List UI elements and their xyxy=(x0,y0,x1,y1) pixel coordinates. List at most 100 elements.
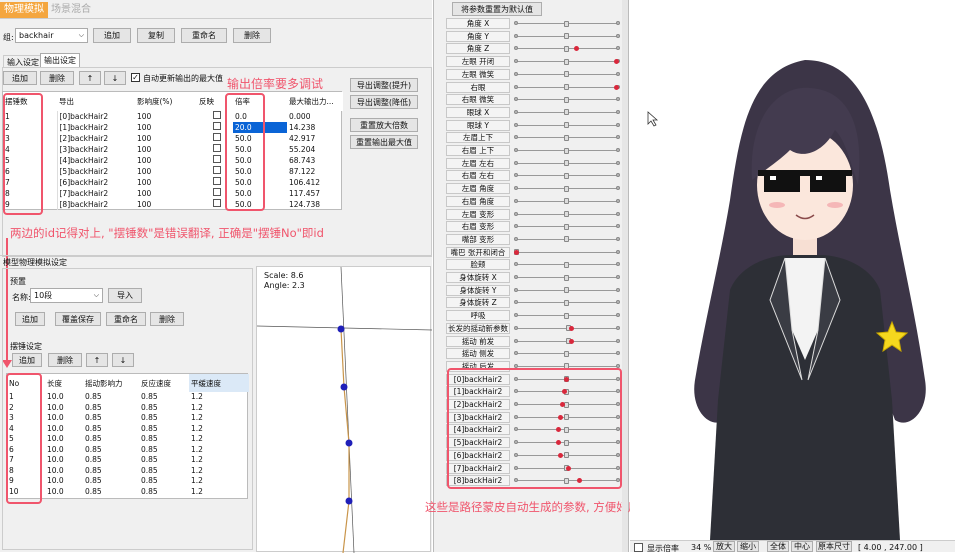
reflect-checkbox[interactable] xyxy=(213,155,221,163)
param-label[interactable]: 角度 Y xyxy=(446,30,510,42)
table-row[interactable]: 8 [7]backHair2 100 50.0 117.457 xyxy=(3,188,343,199)
param-label[interactable]: 眼球 Y xyxy=(446,119,510,131)
reflect-checkbox[interactable] xyxy=(213,199,221,207)
cell-react[interactable]: 0.85 xyxy=(139,434,189,445)
preset-name-select[interactable]: 10段 ⌵ xyxy=(30,288,103,303)
table-row[interactable]: 1 10.0 0.85 0.85 1.2 xyxy=(7,392,249,403)
param-slider-knob[interactable] xyxy=(564,84,569,90)
cell-react[interactable]: 0.85 xyxy=(139,424,189,435)
output-add-button[interactable]: 追加 xyxy=(3,71,37,85)
cell-export[interactable]: [1]backHair2 xyxy=(56,122,135,133)
param-label[interactable]: 角度 X xyxy=(446,18,510,29)
param-slider-knob[interactable] xyxy=(564,172,569,179)
group-select[interactable]: backhair ⌵ xyxy=(15,28,88,43)
cell-length[interactable]: 10.0 xyxy=(45,466,83,477)
param-slider-track[interactable] xyxy=(516,251,618,253)
param-label[interactable]: 左眉 变形 xyxy=(446,208,510,220)
param-slider-knob[interactable] xyxy=(564,261,569,268)
cell-react[interactable]: 0.85 xyxy=(139,403,189,414)
param-label[interactable]: 左眉 左右 xyxy=(446,157,510,169)
param-slider-knob[interactable] xyxy=(564,147,569,154)
pendulum-add-button[interactable]: 追加 xyxy=(12,353,42,367)
param-label[interactable]: 左眼 开闭 xyxy=(446,56,510,68)
reflect-checkbox[interactable] xyxy=(213,166,221,174)
preset-rename-button[interactable]: 重命名 xyxy=(106,312,146,326)
table-row[interactable]: 9 10.0 0.85 0.85 1.2 xyxy=(7,476,249,487)
export-adjust-down-button[interactable]: 导出调整(降低) xyxy=(350,95,418,109)
param-label[interactable]: 左眉 角度 xyxy=(446,183,510,195)
cell-smooth[interactable]: 1.2 xyxy=(189,403,249,414)
table-row[interactable]: 6 [5]backHair2 100 50.0 87.122 xyxy=(3,166,343,177)
param-slider-knob[interactable] xyxy=(564,58,569,65)
cell-length[interactable]: 10.0 xyxy=(45,392,83,403)
param-label[interactable]: 身体旋转 Y xyxy=(446,284,510,296)
cell-length[interactable]: 10.0 xyxy=(45,445,83,456)
params-scrollbar[interactable] xyxy=(622,0,628,552)
group-add-button[interactable]: 追加 xyxy=(93,28,131,43)
cell-react[interactable]: 0.85 xyxy=(139,455,189,466)
pendulum-down-button[interactable]: ↓ xyxy=(112,353,134,367)
cell-smooth[interactable]: 1.2 xyxy=(189,466,249,477)
preset-delete-button[interactable]: 删除 xyxy=(150,312,184,326)
tab-output-settings[interactable]: 输出设定 xyxy=(40,53,80,67)
preset-add-button[interactable]: 追加 xyxy=(15,312,45,326)
cell-shake[interactable]: 0.85 xyxy=(83,392,139,403)
cell-shake[interactable]: 0.85 xyxy=(83,466,139,477)
param-label[interactable]: 角度 Z xyxy=(446,43,510,55)
cell-smooth[interactable]: 1.2 xyxy=(189,424,249,435)
param-label[interactable]: 右眼 微笑 xyxy=(446,94,510,106)
param-slider-knob[interactable] xyxy=(564,96,569,103)
table-row[interactable]: 6 10.0 0.85 0.85 1.2 xyxy=(7,445,249,456)
cell-length[interactable]: 10.0 xyxy=(45,403,83,414)
table-row[interactable]: 2 10.0 0.85 0.85 1.2 xyxy=(7,403,249,414)
reset-zoom-button[interactable]: 重置放大倍数 xyxy=(350,118,418,132)
cell-influence[interactable]: 100 xyxy=(135,133,197,144)
reflect-checkbox[interactable] xyxy=(213,144,221,152)
output-down-button[interactable]: ↓ xyxy=(104,71,126,85)
cell-influence[interactable]: 100 xyxy=(135,166,197,177)
cell-export[interactable]: [7]backHair2 xyxy=(56,188,135,199)
param-label[interactable]: 左眉上下 xyxy=(446,132,510,144)
reflect-checkbox[interactable] xyxy=(213,133,221,141)
group-copy-button[interactable]: 复制 xyxy=(137,28,175,43)
cell-shake[interactable]: 0.85 xyxy=(83,403,139,414)
cell-smooth[interactable]: 1.2 xyxy=(189,455,249,466)
param-label[interactable]: 眼球 X xyxy=(446,106,510,118)
param-slider-knob[interactable] xyxy=(564,236,569,243)
tab-scene-blend[interactable]: 场景混合 xyxy=(49,2,93,18)
export-adjust-up-button[interactable]: 导出调整(提升) xyxy=(350,78,418,92)
output-delete-button[interactable]: 删除 xyxy=(40,71,74,85)
cell-export[interactable]: [3]backHair2 xyxy=(56,144,135,155)
cell-influence[interactable]: 100 xyxy=(135,144,197,155)
cell-export[interactable]: [6]backHair2 xyxy=(56,177,135,188)
cell-shake[interactable]: 0.85 xyxy=(83,445,139,456)
param-slider-knob[interactable] xyxy=(564,274,569,281)
param-slider-knob[interactable] xyxy=(564,312,569,319)
auto-update-checkbox[interactable]: ✓ xyxy=(131,73,140,82)
table-row[interactable]: 10 10.0 0.85 0.85 1.2 xyxy=(7,487,249,498)
param-label[interactable]: 身体旋转 Z xyxy=(446,297,510,309)
table-row[interactable]: 3 10.0 0.85 0.85 1.2 xyxy=(7,413,249,424)
cell-shake[interactable]: 0.85 xyxy=(83,424,139,435)
cell-shake[interactable]: 0.85 xyxy=(83,455,139,466)
param-slider-knob[interactable] xyxy=(564,350,569,357)
cell-smooth[interactable]: 1.2 xyxy=(189,413,249,424)
param-label[interactable]: 长发的摇动新参数 xyxy=(446,322,510,334)
cell-export[interactable]: [0]backHair2 xyxy=(56,111,135,122)
cell-influence[interactable]: 100 xyxy=(135,122,197,133)
param-label[interactable]: 右眉 上下 xyxy=(446,145,510,156)
group-delete-button[interactable]: 删除 xyxy=(233,28,271,43)
cell-length[interactable]: 10.0 xyxy=(45,476,83,487)
table-row[interactable]: 1 [0]backHair2 100 0.0 0.000 xyxy=(3,111,343,122)
table-row[interactable]: 4 [3]backHair2 100 50.0 55.204 xyxy=(3,144,343,155)
param-label[interactable]: 嘴部 变形 xyxy=(446,233,510,245)
param-slider-knob[interactable] xyxy=(564,109,569,116)
cell-length[interactable]: 10.0 xyxy=(45,455,83,466)
param-label[interactable]: 右眉 角度 xyxy=(446,195,510,207)
cell-smooth[interactable]: 1.2 xyxy=(189,476,249,487)
preset-import-button[interactable]: 导入 xyxy=(108,288,142,303)
table-row[interactable]: 5 [4]backHair2 100 50.0 68.743 xyxy=(3,155,343,166)
reflect-checkbox[interactable] xyxy=(213,122,221,130)
cell-influence[interactable]: 100 xyxy=(135,177,197,188)
group-rename-button[interactable]: 重命名 xyxy=(181,28,227,43)
